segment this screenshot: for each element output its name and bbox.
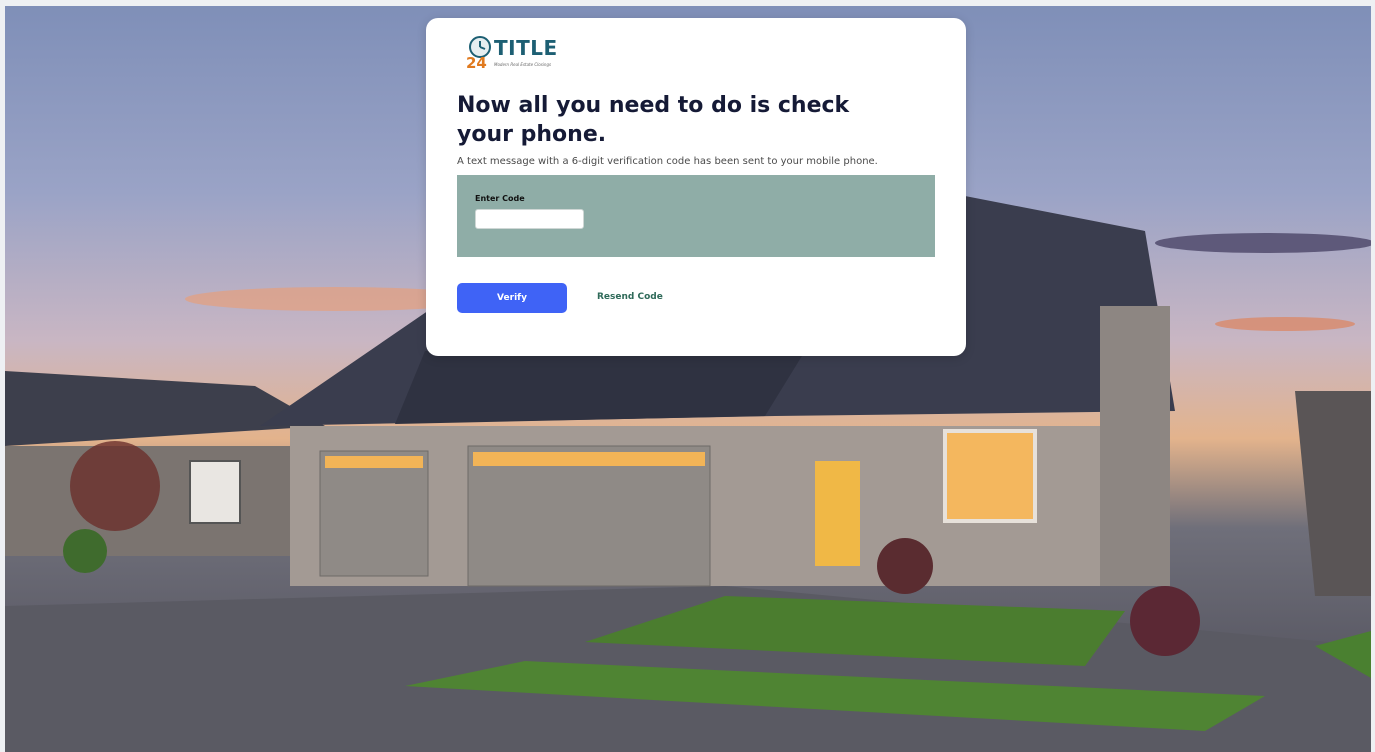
- verify-button[interactable]: Verify: [457, 283, 567, 313]
- code-label: Enter Code: [475, 194, 525, 203]
- logo-tagline: Modern Real Estate Closings: [494, 62, 552, 67]
- verification-card: 24 TITLE Modern Real Estate Closings Now…: [426, 18, 966, 356]
- clock-logo-icon: 24: [466, 36, 491, 70]
- code-entry-panel: Enter Code: [457, 175, 935, 257]
- page-title: Now all you need to do is check your pho…: [457, 93, 850, 147]
- logo: 24 TITLE Modern Real Estate Closings: [466, 36, 561, 74]
- verification-message: A text message with a 6-digit verificati…: [457, 156, 878, 167]
- resend-code-link[interactable]: Resend Code: [597, 292, 663, 302]
- logo-brand: TITLE: [494, 36, 558, 60]
- svg-text:24: 24: [466, 54, 487, 70]
- code-input[interactable]: [475, 209, 584, 229]
